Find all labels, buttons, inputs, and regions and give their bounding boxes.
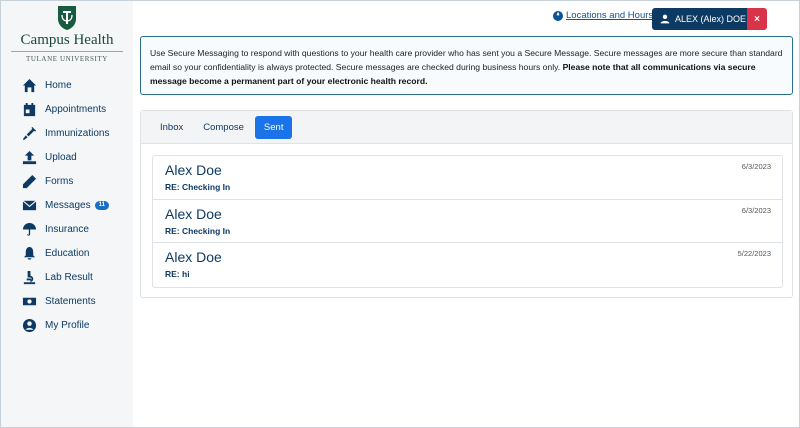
message-sender: Alex Doe [165,162,222,178]
locations-hours-link[interactable]: Locations and Hours [553,10,653,21]
messages-panel: Inbox Compose Sent Alex Doe RE: Checking… [140,110,793,298]
message-row[interactable]: Alex Doe RE: hi 5/22/2023 [153,243,782,287]
message-list: Alex Doe RE: Checking In 6/3/2023 Alex D… [152,155,783,288]
calendar-icon [21,101,37,117]
sidebar-item-label: Education [45,247,90,259]
tab-compose[interactable]: Compose [194,116,253,139]
locations-hours-label: Locations and Hours [566,10,654,21]
sidebar-item-appointments[interactable]: Appointments [1,97,133,121]
user-icon [660,14,670,24]
logo[interactable]: Campus Health TULANE UNIVERSITY [1,5,133,63]
sidebar-item-label: Forms [45,175,74,187]
sidebar: Campus Health TULANE UNIVERSITY Home App… [1,1,133,427]
message-subject: RE: hi [165,269,190,280]
sidebar-item-label: Messages [45,199,91,211]
message-sender: Alex Doe [165,249,222,266]
sidebar-item-immunizations[interactable]: Immunizations [1,121,133,145]
sidebar-item-home[interactable]: Home [1,73,133,97]
umbrella-icon [21,221,37,237]
tab-inbox[interactable]: Inbox [151,116,192,139]
user-account-button[interactable]: ALEX (Alex) DOE [652,8,748,30]
sidebar-item-lab-result[interactable]: Lab Result [1,265,133,289]
envelope-icon [21,197,37,213]
sidebar-item-messages[interactable]: Messages 11 [1,193,133,217]
tulane-shield-icon [58,6,76,30]
message-subject: RE: Checking In [165,182,231,192]
logo-subtitle: TULANE UNIVERSITY [26,55,108,63]
sidebar-item-upload[interactable]: Upload [1,145,133,169]
sidebar-item-label: Statements [45,295,96,307]
home-icon [21,77,37,93]
secure-messaging-notice: Use Secure Messaging to respond with que… [140,36,793,95]
bell-icon [21,245,37,261]
sidebar-item-label: Insurance [45,223,89,235]
sidebar-item-label: Immunizations [45,127,110,139]
user-name: ALEX (Alex) DOE [675,14,747,24]
sidebar-item-insurance[interactable]: Insurance [1,217,133,241]
message-subject: RE: Checking In [165,225,231,236]
sidebar-item-label: My Profile [45,319,90,331]
microscope-icon [21,269,37,285]
message-tabs: Inbox Compose Sent [141,111,792,144]
message-date: 5/22/2023 [737,249,771,259]
sidebar-item-label: Appointments [45,103,107,115]
logout-close-button[interactable]: × [747,8,767,30]
sidebar-nav: Home Appointments Immunizations Upload F… [1,73,133,337]
sidebar-item-statements[interactable]: Statements [1,289,133,313]
syringe-icon [21,125,37,141]
close-icon: × [754,13,760,25]
upload-icon [21,149,37,165]
money-icon [21,293,37,309]
message-sender: Alex Doe [165,205,222,222]
sidebar-item-label: Lab Result [45,271,93,283]
user-circle-icon [21,317,37,333]
globe-icon [553,10,563,21]
sidebar-item-my-profile[interactable]: My Profile [1,313,133,337]
logo-title: Campus Health [20,32,114,48]
sidebar-item-forms[interactable]: Forms [1,169,133,193]
message-date: 6/3/2023 [741,162,771,171]
logo-divider [11,51,123,52]
message-row[interactable]: Alex Doe RE: Checking In 6/3/2023 [153,200,782,244]
tab-sent[interactable]: Sent [254,115,293,139]
message-date: 6/3/2023 [741,205,771,215]
sidebar-item-education[interactable]: Education [1,241,133,265]
message-row[interactable]: Alex Doe RE: Checking In 6/3/2023 [153,156,782,200]
sidebar-item-label: Home [45,79,72,91]
messages-count-badge: 11 [94,200,109,210]
sidebar-item-label: Upload [45,151,77,163]
pencil-icon [21,173,37,189]
